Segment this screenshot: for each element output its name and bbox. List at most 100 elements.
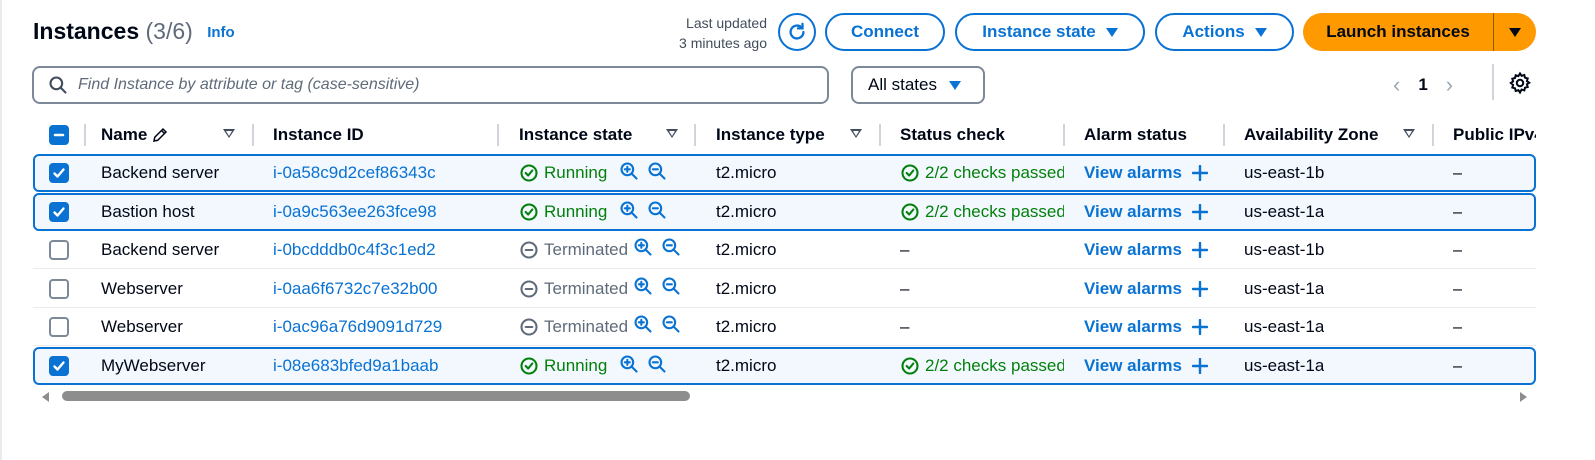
status-check-cell: 2/2 checks passed bbox=[900, 156, 1064, 190]
row-checkbox[interactable] bbox=[49, 239, 69, 260]
row-checkbox[interactable] bbox=[49, 356, 69, 376]
launch-instances-button[interactable]: Launch instances bbox=[1303, 13, 1494, 51]
checkmark-icon bbox=[53, 168, 65, 178]
zoom-out-icon[interactable] bbox=[661, 276, 681, 301]
sort-caret-icon[interactable] bbox=[1403, 129, 1415, 138]
zoom-in-icon[interactable] bbox=[633, 314, 653, 339]
view-alarms-link[interactable]: View alarms bbox=[1084, 317, 1182, 337]
column-header-instance-type[interactable]: Instance type bbox=[716, 116, 825, 154]
add-alarm-icon[interactable] bbox=[1191, 318, 1208, 335]
column-header-name[interactable]: Name bbox=[101, 116, 169, 154]
zoom-out-icon[interactable] bbox=[661, 314, 681, 339]
public-ipv4: – bbox=[1453, 356, 1463, 375]
scroll-right-icon[interactable] bbox=[1520, 392, 1527, 402]
table-row[interactable]: Bastion host i-0a9c563ee263fce98 Running t2… bbox=[33, 193, 1536, 231]
status-check-value: – bbox=[900, 239, 910, 259]
page-left-border bbox=[0, 0, 2, 460]
info-link[interactable]: Info bbox=[207, 24, 235, 41]
table-row[interactable]: Webserver i-0aa6f6732c7e32b00 Terminated t2… bbox=[33, 270, 1536, 308]
view-alarms-link[interactable]: View alarms bbox=[1084, 163, 1182, 183]
status-check-cell: – bbox=[900, 308, 1064, 345]
pagination: ‹ 1 › bbox=[1393, 70, 1453, 100]
instance-state-cell: Running bbox=[519, 195, 667, 229]
instance-id-link[interactable]: i-0aa6f6732c7e32b00 bbox=[273, 270, 437, 307]
status-check-value: 2/2 checks passed bbox=[925, 202, 1064, 221]
column-header-public-ipv4[interactable]: Public IPv4 bbox=[1453, 116, 1536, 154]
instance-state-value: Terminated bbox=[544, 239, 629, 259]
view-alarms-link[interactable]: View alarms bbox=[1084, 279, 1182, 299]
instance-name: Backend server bbox=[101, 163, 220, 182]
caret-down-icon bbox=[948, 80, 961, 90]
scrollbar-thumb[interactable] bbox=[62, 391, 690, 401]
column-header-instance-state[interactable]: Instance state bbox=[519, 116, 632, 154]
public-ipv4: – bbox=[1453, 316, 1463, 336]
add-alarm-icon[interactable] bbox=[1191, 204, 1208, 220]
instance-id-link[interactable]: i-0ac96a76d9091d729 bbox=[273, 308, 442, 345]
column-header-instance-id[interactable]: Instance ID bbox=[273, 116, 364, 154]
table-row[interactable]: MyWebserver i-08e683bfed9a1baab Running t2.… bbox=[33, 347, 1536, 385]
caret-down-icon bbox=[1509, 27, 1521, 37]
zoom-in-icon[interactable] bbox=[619, 200, 639, 225]
status-check-value: – bbox=[900, 278, 910, 298]
instance-state-dropdown[interactable]: Instance state bbox=[955, 13, 1145, 51]
row-checkbox[interactable] bbox=[49, 316, 69, 337]
sort-caret-icon[interactable] bbox=[850, 129, 862, 138]
alarm-status-cell: View alarms bbox=[1084, 231, 1208, 268]
instance-id-link[interactable]: i-0bcdddb0c4f3c1ed2 bbox=[273, 231, 436, 268]
current-page[interactable]: 1 bbox=[1418, 75, 1427, 95]
row-checkbox[interactable] bbox=[49, 202, 69, 222]
instance-id-link[interactable]: i-0a58c9d2cef86343c bbox=[273, 156, 436, 190]
instance-state-value: Running bbox=[544, 356, 608, 375]
add-alarm-icon[interactable] bbox=[1191, 358, 1208, 374]
column-header-alarm-status[interactable]: Alarm status bbox=[1084, 116, 1187, 154]
add-alarm-icon[interactable] bbox=[1191, 165, 1208, 181]
connect-button[interactable]: Connect bbox=[825, 13, 945, 51]
row-checkbox[interactable] bbox=[49, 163, 69, 183]
refresh-button[interactable] bbox=[778, 13, 816, 51]
zoom-out-icon[interactable] bbox=[647, 161, 667, 186]
search-input[interactable] bbox=[78, 76, 798, 94]
add-alarm-icon[interactable] bbox=[1191, 241, 1208, 258]
connect-label: Connect bbox=[851, 22, 919, 41]
zoom-in-icon[interactable] bbox=[619, 161, 639, 186]
status-check-cell: 2/2 checks passed bbox=[900, 349, 1064, 383]
column-header-status-check[interactable]: Status check bbox=[900, 116, 1005, 154]
column-header-availability-zone[interactable]: Availability Zone bbox=[1244, 116, 1378, 154]
gear-icon[interactable] bbox=[1508, 71, 1532, 95]
row-checkbox[interactable] bbox=[49, 278, 69, 299]
zoom-out-icon[interactable] bbox=[647, 354, 667, 379]
view-alarms-link[interactable]: View alarms bbox=[1084, 202, 1182, 222]
zoom-in-icon[interactable] bbox=[633, 276, 653, 301]
public-ipv4: – bbox=[1453, 278, 1463, 298]
instance-state-value: Running bbox=[544, 163, 608, 182]
table-row[interactable]: Backend server i-0a58c9d2cef86343c Running… bbox=[33, 154, 1536, 192]
previous-page-icon[interactable]: ‹ bbox=[1393, 74, 1400, 96]
instance-type: t2.micro bbox=[716, 239, 777, 259]
instance-state-cell: Running bbox=[519, 156, 667, 190]
zoom-out-icon[interactable] bbox=[647, 200, 667, 225]
select-all-checkbox[interactable] bbox=[49, 116, 69, 154]
availability-zone: us-east-1a bbox=[1244, 202, 1325, 221]
zoom-in-icon[interactable] bbox=[633, 237, 653, 262]
view-alarms-link[interactable]: View alarms bbox=[1084, 240, 1182, 260]
sort-caret-icon[interactable] bbox=[666, 129, 678, 138]
table-row[interactable]: Webserver i-0ac96a76d9091d729 Terminated t2… bbox=[33, 308, 1536, 346]
availability-zone: us-east-1b bbox=[1244, 163, 1325, 182]
zoom-out-icon[interactable] bbox=[661, 237, 681, 262]
next-page-icon[interactable]: › bbox=[1446, 74, 1453, 96]
view-alarms-link[interactable]: View alarms bbox=[1084, 356, 1182, 376]
instance-type: t2.micro bbox=[716, 163, 777, 182]
launch-options-toggle[interactable] bbox=[1494, 13, 1536, 51]
instance-id-link[interactable]: i-08e683bfed9a1baab bbox=[273, 349, 438, 383]
instance-id-link[interactable]: i-0a9c563ee263fce98 bbox=[273, 195, 437, 229]
status-check-cell: – bbox=[900, 231, 1064, 268]
instance-type: t2.micro bbox=[716, 356, 777, 375]
states-select[interactable]: All states bbox=[851, 66, 985, 104]
scroll-left-icon[interactable] bbox=[42, 392, 49, 402]
table-row[interactable]: Backend server i-0bcdddb0c4f3c1ed2 Termina… bbox=[33, 231, 1536, 269]
sort-caret-icon[interactable] bbox=[223, 129, 235, 138]
zoom-in-icon[interactable] bbox=[619, 354, 639, 379]
add-alarm-icon[interactable] bbox=[1191, 280, 1208, 297]
horizontal-scrollbar[interactable] bbox=[38, 389, 1531, 403]
actions-dropdown[interactable]: Actions bbox=[1155, 13, 1294, 51]
